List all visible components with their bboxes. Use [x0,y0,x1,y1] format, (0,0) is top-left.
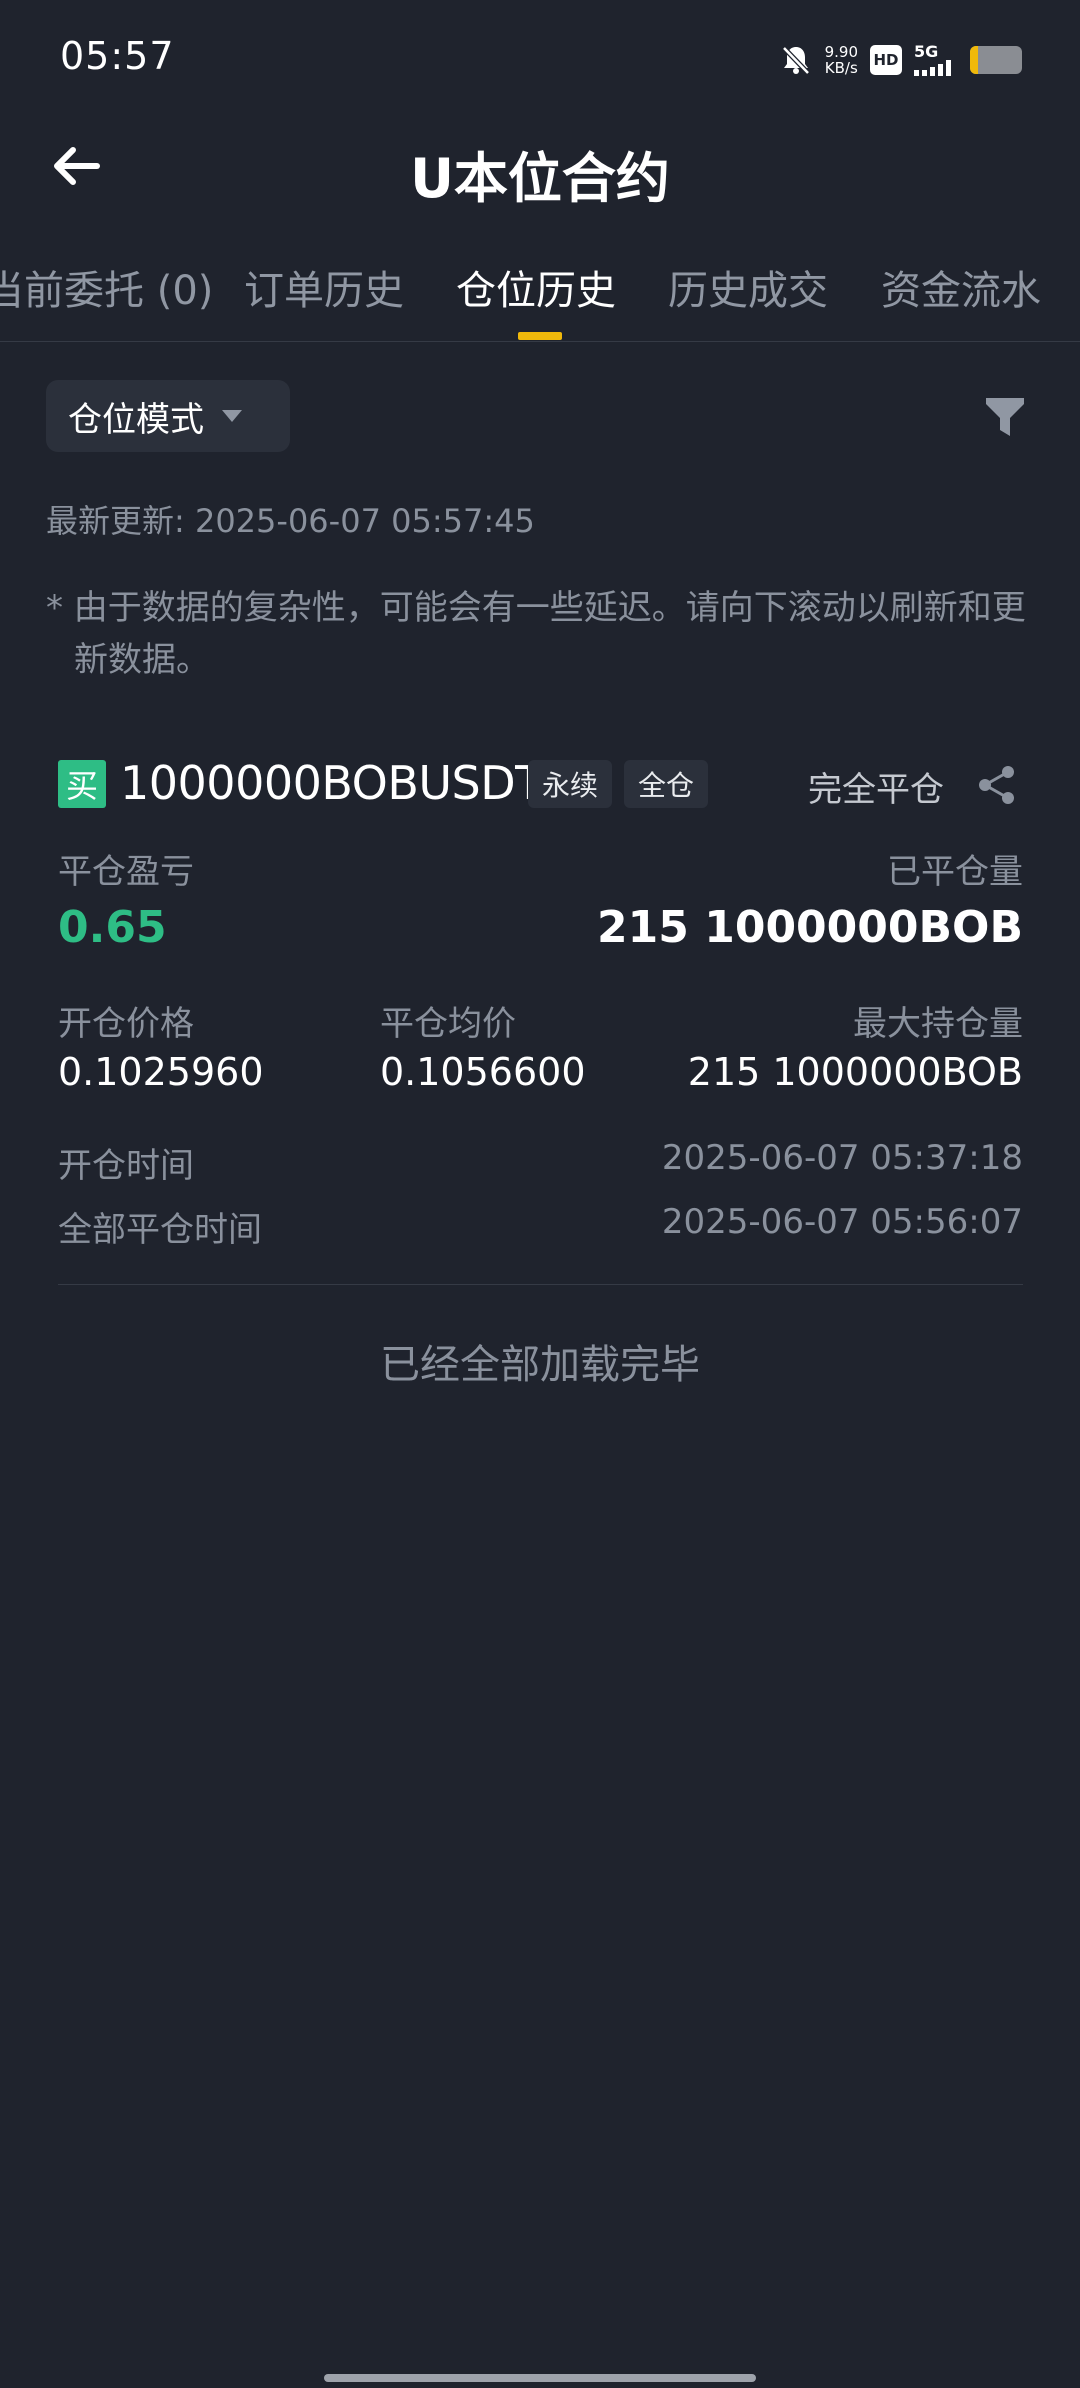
position-status: 完全平仓 [808,770,944,810]
network-speed: 9.90 KB/s [825,44,858,76]
delay-notice: * 由于数据的复杂性，可能会有一些延迟。请向下滚动以刷新和更新数据。 [46,588,1026,680]
side-badge: 买 [58,760,106,808]
tag-perpetual: 永续 [528,760,613,808]
status-time: 05:57 [60,34,175,78]
active-tab-indicator [518,332,562,340]
status-icons: 9.90 KB/s HD 5G [779,38,1022,82]
caret-down-icon [222,410,242,422]
position-mode-dropdown[interactable]: 仓位模式 [46,380,290,452]
max-qty-label: 最大持仓量 [853,1004,1023,1044]
funnel-icon [986,398,1024,436]
tag-cross-margin: 全仓 [624,760,709,808]
tab-open-orders[interactable]: 当前委托 (0) [0,258,213,316]
speed-unit: KB/s [824,59,858,77]
tab-position-history[interactable]: 仓位历史 [456,258,616,316]
battery-icon [970,46,1022,74]
tab-trade-history[interactable]: 历史成交 [668,258,828,316]
open-price-label: 开仓价格 [58,1004,194,1044]
closed-qty-value: 215 1000000BOB [597,902,1023,953]
open-price-value: 0.1025960 [58,1050,264,1094]
signal-icon [914,60,951,76]
open-time-label: 开仓时间 [58,1146,194,1186]
hd-badge: HD [870,45,902,75]
tab-order-history[interactable]: 订单历史 [244,258,404,316]
max-qty-value: 215 1000000BOB [687,1050,1023,1094]
signal-group: 5G [914,44,958,76]
closed-qty-label: 已平仓量 [887,852,1023,892]
filter-button[interactable] [980,392,1030,442]
status-bar: 05:57 9.90 KB/s HD 5G [0,0,1080,120]
home-indicator[interactable] [324,2374,756,2382]
page-title: U本位合约 [410,147,670,210]
close-avg-price-label: 平仓均价 [380,1004,516,1044]
open-time-value: 2025-06-07 05:37:18 [661,1138,1023,1178]
network-type: 5G [914,42,939,61]
close-time-label: 全部平仓时间 [58,1210,262,1250]
speed-value: 9.90 [824,43,858,61]
last-update-text: 最新更新: 2025-06-07 05:57:45 [46,502,535,540]
share-icon [979,766,1014,804]
tab-funding-flow[interactable]: 资金流水 [881,258,1041,316]
position-mode-label: 仓位模式 [68,399,204,440]
battery-level-fill [970,46,978,74]
bell-muted-icon [781,46,810,75]
symbol-name: 1000000BOBUSDT [120,756,543,810]
position-card-header[interactable]: 买 1000000BOBUSDT 永续 全仓 完全平仓 [58,752,1023,818]
close-pnl-value: 0.65 [58,902,167,953]
card-divider [58,1284,1023,1285]
tab-bar: 当前委托 (0) 订单历史 仓位历史 历史成交 资金流水 [0,250,1080,342]
all-loaded-text: 已经全部加载完毕 [380,1342,700,1388]
app-header: U本位合约 [0,120,1080,210]
close-time-value: 2025-06-07 05:56:07 [661,1202,1023,1242]
close-avg-price-value: 0.1056600 [380,1050,586,1094]
close-pnl-label: 平仓盈亏 [58,852,194,892]
share-button[interactable] [976,764,1018,806]
